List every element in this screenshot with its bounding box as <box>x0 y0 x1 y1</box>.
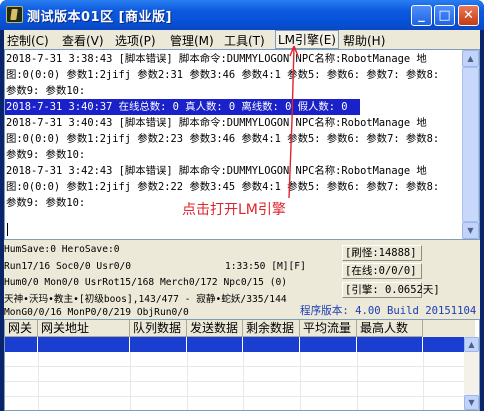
table-cell <box>357 337 423 352</box>
maximize-button[interactable]: □ <box>434 5 455 26</box>
scroll-up-icon[interactable]: ▲ <box>462 50 479 67</box>
log-line: 2018-7-31 3:40:43 [脚本错误] 脚本命令:DUMMYLOGON… <box>6 117 427 129</box>
log-line: 2018-7-31 3:42:43 [脚本错误] 脚本命令:DUMMYLOGON… <box>6 165 427 177</box>
table-scrollbar[interactable]: ▲ ▼ <box>464 337 479 410</box>
scroll-down-icon[interactable]: ▼ <box>462 222 479 239</box>
log-scrollbar[interactable]: ▲ ▼ <box>462 50 479 239</box>
table-grid-line <box>423 352 424 410</box>
menu-manage[interactable]: 管理(M) <box>170 32 214 49</box>
table-row[interactable] <box>5 366 465 367</box>
status-panel: HumSave:0 HeroSave:0 Run17/16 Soc0/0 Usr… <box>4 241 480 319</box>
column-header[interactable]: 发送数据 <box>187 320 243 337</box>
close-button[interactable]: ✕ <box>458 5 479 26</box>
log-line: 2018-7-31 3:38:43 [脚本错误] 脚本命令:DUMMYLOGON… <box>6 53 427 65</box>
column-header[interactable]: 最高人数 <box>357 320 423 337</box>
window-title: 测试版本01区 [商业版] <box>27 10 172 25</box>
status-time: 1:33:50 [M][F] <box>225 261 306 272</box>
menu-bar: 控制(C) 查看(V) 选项(P) 管理(M) 工具(T) LM引擎(E) 帮助… <box>4 30 480 49</box>
log-line: 参数9: 参数10: <box>6 149 86 161</box>
status-objects: MonG0/0/16 MonP0/0/219 ObjRun0/0 <box>4 307 189 318</box>
status-save: HumSave:0 HeroSave:0 <box>4 244 120 255</box>
table-grid-line <box>357 352 358 410</box>
app-icon[interactable] <box>6 6 23 23</box>
menu-options[interactable]: 选项(P) <box>115 32 156 49</box>
log-line: 图:0(0:0) 参数1:2jifj 参数2:31 参数3:46 参数4:1 参… <box>6 69 440 81</box>
brush-counter: [刷怪:14888] <box>342 245 422 261</box>
table-grid-line <box>300 352 301 410</box>
log-lines: 2018-7-31 3:38:43 [脚本错误] 脚本命令:DUMMYLOGON… <box>5 51 464 211</box>
scroll-thumb[interactable] <box>462 67 479 222</box>
table-cell <box>187 337 243 352</box>
column-header[interactable]: 剩余数据 <box>243 320 300 337</box>
log-line: 参数9: 参数10: <box>6 85 86 97</box>
table-header: 网关 网关地址 队列数据 发送数据 剩余数据 平均流量 最高人数 <box>5 320 475 337</box>
status-counts: Hum0/0 Mon0/0 UsrRot15/168 Merch0/172 Np… <box>4 277 288 288</box>
online-counter: [在线:0/0/0] <box>342 263 422 279</box>
menu-help[interactable]: 帮助(H) <box>343 32 385 49</box>
annotation-label: 点击打开LM引擎 <box>182 202 286 218</box>
text-caret <box>7 223 8 236</box>
menu-lm-engine[interactable]: LM引擎(E) <box>275 30 339 49</box>
scroll-down-icon[interactable]: ▼ <box>464 395 479 410</box>
table-cell <box>5 337 38 352</box>
minimize-button[interactable]: _ <box>411 5 432 26</box>
table-grid-line <box>243 352 244 410</box>
column-header[interactable]: 队列数据 <box>130 320 187 337</box>
column-header[interactable]: 网关 <box>5 320 38 337</box>
program-version: 程序版本: 4.00 Build 20151104 <box>300 305 477 317</box>
table-cell <box>38 337 130 352</box>
table-cell <box>130 337 187 352</box>
table-grid-line <box>187 352 188 410</box>
status-run: Run17/16 Soc0/0 Usr0/0 <box>4 261 132 272</box>
main-window: 测试版本01区 [商业版] _ □ ✕ 控制(C) 查看(V) 选项(P) 管理… <box>0 0 484 411</box>
log-line-highlighted: 2018-7-31 3:40:37 在线总数: 0 真人数: 0 离线数: 0 … <box>5 99 360 115</box>
menu-control[interactable]: 控制(C) <box>7 32 49 49</box>
table-cell <box>300 337 357 352</box>
column-header[interactable]: 平均流量 <box>300 320 357 337</box>
table-grid-line <box>130 352 131 410</box>
table-row-selected[interactable] <box>5 337 465 352</box>
menu-tools[interactable]: 工具(T) <box>224 32 265 49</box>
table-cell <box>243 337 300 352</box>
title-bar[interactable]: 测试版本01区 [商业版] _ □ ✕ <box>0 0 484 30</box>
scroll-up-icon[interactable]: ▲ <box>464 337 479 352</box>
log-line: 图:0(0:0) 参数1:2jifj 参数2:22 参数3:45 参数4:1 参… <box>6 181 440 193</box>
log-line: 图:0(0:0) 参数1:2jifj 参数2:23 参数3:46 参数4:1 参… <box>6 133 440 145</box>
gateway-table[interactable]: 网关 网关地址 队列数据 发送数据 剩余数据 平均流量 最高人数 ▲ ▼ <box>4 319 480 411</box>
menu-view[interactable]: 查看(V) <box>62 32 104 49</box>
column-header[interactable]: 网关地址 <box>38 320 130 337</box>
table-row[interactable] <box>5 381 465 382</box>
table-row[interactable] <box>5 396 465 397</box>
engine-uptime: [引擎: 0.0652天] <box>342 282 440 298</box>
client-area: 控制(C) 查看(V) 选项(P) 管理(M) 工具(T) LM引擎(E) 帮助… <box>4 30 480 411</box>
table-grid-line <box>38 352 39 410</box>
status-monsters: 天神•沃玛•教主•[初级boos],143/477 - 寂静•蛇妖/335/14… <box>4 294 287 305</box>
